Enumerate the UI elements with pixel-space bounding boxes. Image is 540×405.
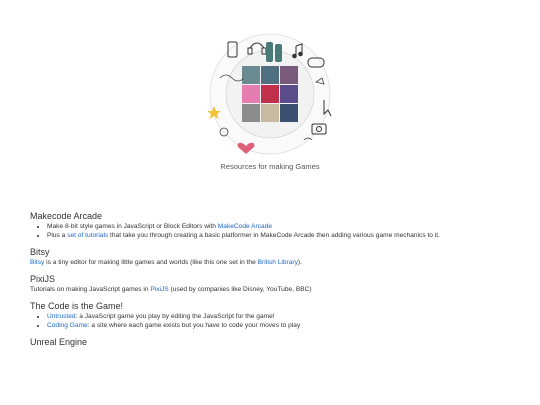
makecode-list: Make 8-bit style games in JavaScript or … [30,222,520,240]
hero-caption: Resources for making Games [220,162,320,171]
bitsy-description: Bitsy is a tiny editor for making little… [30,259,302,266]
coding-game-link[interactable]: Coding Game [47,322,88,329]
photo-grid [242,66,298,122]
list-item: Coding Game: a site where each game exis… [47,321,520,330]
hero-illustration [200,28,340,158]
section-title-code-is-game: The Code is the Game! [30,301,124,311]
list-item: Make 8-bit style games in JavaScript or … [47,222,520,231]
section-title-unreal: Unreal Engine [30,337,88,347]
section-title-makecode: Makecode Arcade [30,211,103,221]
pixijs-description: Tutorials on making JavaScript games in … [30,286,312,293]
makecode-arcade-link[interactable]: MakeCode Arcade [218,223,272,230]
bitsy-link[interactable]: Bitsy [30,259,44,266]
section-title-pixijs: PixiJS [30,274,56,284]
resources-list: Makecode Arcade Make 8-bit style games i… [30,210,520,348]
hero-collage [207,33,332,155]
untrusted-link[interactable]: Untrusted [47,313,76,320]
section-title-bitsy: Bitsy [30,247,50,257]
code-game-list: Untrusted: a JavaScript game you play by… [30,312,520,330]
list-item: Untrusted: a JavaScript game you play by… [47,312,520,321]
list-item: Plus a set of tutorials that take you th… [47,231,520,240]
british-library-link[interactable]: British Library [258,259,298,266]
tutorials-link[interactable]: set of tutorials [67,232,108,239]
pixijs-link[interactable]: PixiJS [150,286,168,293]
